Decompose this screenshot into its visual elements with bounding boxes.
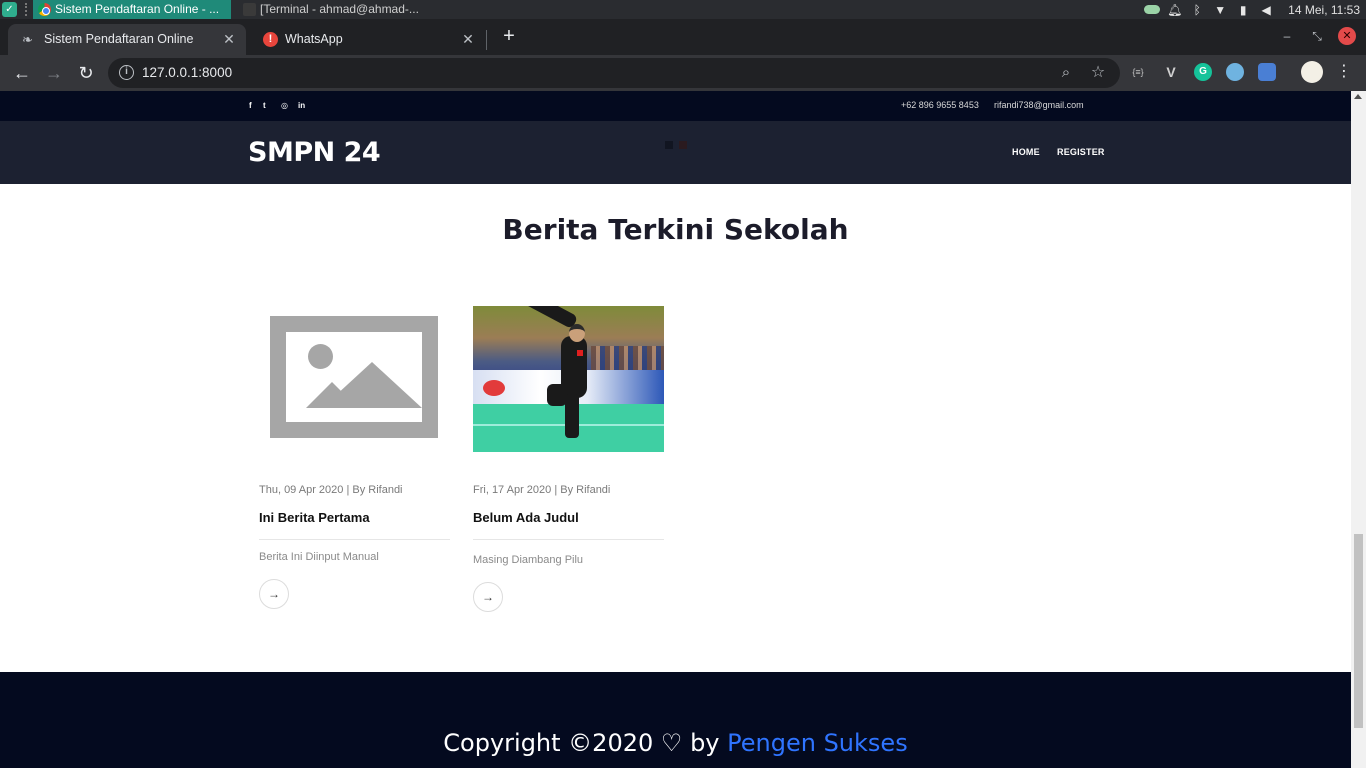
news-meta: Fri, 17 Apr 2020 | By Rifandi (473, 484, 611, 496)
footer-author-link[interactable]: Pengen Sukses (727, 729, 908, 757)
clock[interactable]: 14 Mei, 11:53 (1288, 3, 1360, 17)
battery-indicator-icon[interactable] (1144, 4, 1161, 16)
forward-arrow-icon[interactable]: → (43, 62, 65, 84)
heart-icon: ♡ (660, 729, 683, 757)
tab-separator (486, 30, 487, 50)
news-meta: Thu, 09 Apr 2020 | By Rifandi (259, 484, 403, 496)
translate-extension-icon[interactable] (1258, 63, 1276, 81)
close-tab-icon[interactable]: ✕ (459, 30, 477, 48)
taskbar-task-label: Sistem Pendaftaran Online - ... (55, 2, 220, 16)
photo-crowd (591, 346, 664, 370)
site-info-icon[interactable]: i (119, 65, 134, 80)
notification-bell-icon[interactable]: 🔔︎ (1167, 4, 1182, 16)
contact-phone: +62 896 9655 8453 (901, 100, 979, 110)
linkedin-icon[interactable]: in (298, 100, 305, 111)
photo-fighter (569, 324, 585, 342)
news-image-placeholder[interactable] (259, 306, 450, 452)
taskbar-separator (25, 3, 29, 16)
volume-icon[interactable]: ◀︎ (1259, 4, 1273, 16)
news-title[interactable]: Ini Berita Pertama (259, 510, 370, 525)
site-brand[interactable]: SMPN 24 (248, 137, 381, 168)
read-more-arrow-icon[interactable]: → (473, 582, 503, 612)
page-viewport: f t ◎ in +62 896 9655 8453 rifandi738@gm… (0, 91, 1366, 768)
alert-favicon-icon: ! (263, 32, 278, 47)
address-bar[interactable]: i 127.0.0.1:8000 ⌕ ☆ (108, 58, 1120, 88)
grammarly-extension-icon[interactable]: G (1194, 63, 1212, 81)
read-more-arrow-icon[interactable]: → (259, 579, 289, 609)
photo-flag (577, 350, 583, 356)
browser-tab-strip: ❧ Sistem Pendaftaran Online ✕ ! WhatsApp… (0, 19, 1366, 55)
section-title: Berita Terkini Sekolah (502, 213, 849, 246)
nav-home[interactable]: HOME (1012, 147, 1040, 157)
tab-title: Sistem Pendaftaran Online (44, 32, 194, 46)
facebook-icon[interactable]: f (249, 100, 252, 111)
battery-icon[interactable]: ▮ (1236, 4, 1250, 16)
copyright-text: Copyright ©2020 ♡ by Pengen Sukses (0, 729, 1351, 757)
copyright-prefix: Copyright ©2020 (443, 729, 654, 757)
taskbar-task-terminal[interactable]: [Terminal - ahmad@ahmad-... (238, 0, 438, 19)
leaf-favicon-icon: ❧ (22, 32, 33, 47)
chrome-icon (38, 3, 51, 16)
loader-dot (679, 141, 687, 149)
photo-fighter (547, 384, 567, 406)
bluetooth-icon[interactable]: ᛒ (1190, 4, 1204, 16)
news-excerpt: Berita Ini Diinput Manual (259, 551, 379, 563)
site-footer: Copyright ©2020 ♡ by Pengen Sukses (0, 672, 1351, 768)
new-tab-icon[interactable]: + (499, 26, 519, 46)
photo-logo (483, 380, 505, 396)
url-text[interactable]: 127.0.0.1:8000 (142, 65, 232, 80)
system-tray: 🔔︎ ᛒ ▼ ▮ ◀︎ 14 Mei, 11:53 (1144, 0, 1366, 19)
browser-menu-icon[interactable]: ⋮ (1336, 62, 1352, 84)
card-divider (259, 539, 450, 540)
instagram-icon[interactable]: ◎ (281, 100, 288, 111)
minimize-icon[interactable]: – (1278, 27, 1296, 45)
window-close-icon[interactable]: ✕ (1338, 27, 1356, 45)
browser-toolbar: ← → ↻ i 127.0.0.1:8000 ⌕ ☆ {≡} V G ⋮ (0, 55, 1366, 91)
loader-dot (665, 141, 673, 149)
scroll-up-arrow-icon[interactable] (1354, 94, 1362, 99)
vue-devtools-extension-icon[interactable]: V (1162, 63, 1180, 81)
tab-title: WhatsApp (285, 32, 343, 46)
zoom-icon[interactable]: ⌕ (1056, 63, 1076, 83)
globe-extension-icon[interactable] (1226, 63, 1244, 81)
photo-fighter (509, 306, 579, 330)
wifi-icon[interactable]: ▼ (1213, 4, 1227, 16)
copyright-by: by (690, 729, 720, 757)
news-excerpt: Masing Diambang Pilu (473, 554, 584, 566)
page-scrollbar[interactable] (1351, 91, 1366, 768)
restore-icon[interactable]: ⤡ (1308, 27, 1326, 45)
news-image-photo[interactable] (473, 306, 664, 452)
photo-fighter (565, 394, 579, 438)
card-divider (473, 539, 664, 540)
news-title[interactable]: Belum Ada Judul (473, 510, 579, 525)
twitter-icon[interactable]: t (263, 100, 266, 111)
taskbar-task-browser[interactable]: Sistem Pendaftaran Online - ... (33, 0, 231, 19)
image-placeholder-icon (270, 316, 438, 438)
tab-whatsapp[interactable]: ! WhatsApp ✕ (249, 24, 485, 55)
nav-register[interactable]: REGISTER (1057, 147, 1105, 157)
back-arrow-icon[interactable]: ← (11, 62, 33, 84)
os-taskbar: ✓ Sistem Pendaftaran Online - ... [Termi… (0, 0, 1366, 19)
scroll-thumb[interactable] (1354, 534, 1363, 728)
site-topbar: f t ◎ in +62 896 9655 8453 rifandi738@gm… (0, 91, 1351, 121)
close-tab-icon[interactable]: ✕ (220, 30, 238, 48)
site-navbar: SMPN 24 HOME REGISTER (0, 121, 1351, 184)
taskbar-task-label: [Terminal - ahmad@ahmad-... (260, 2, 419, 16)
json-viewer-extension-icon[interactable]: {≡} (1129, 63, 1147, 81)
contact-email[interactable]: rifandi738@gmail.com (994, 100, 1084, 110)
reload-icon[interactable]: ↻ (75, 62, 97, 84)
tab-sistem-pendaftaran[interactable]: ❧ Sistem Pendaftaran Online ✕ (8, 24, 246, 55)
terminal-icon (243, 3, 256, 16)
bookmark-star-icon[interactable]: ☆ (1088, 63, 1108, 83)
app-menu-icon[interactable]: ✓ (2, 2, 17, 17)
profile-avatar[interactable] (1301, 61, 1323, 83)
